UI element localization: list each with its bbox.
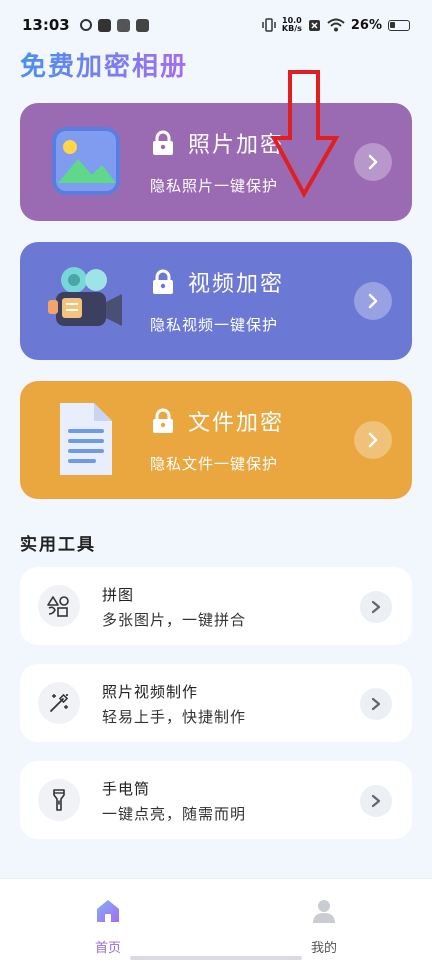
notification-icon xyxy=(97,18,111,32)
video-camera-icon xyxy=(48,267,122,326)
file-encrypt-card[interactable]: 文件加密 隐私文件一键保护 xyxy=(20,381,412,499)
tool-subtitle: 轻易上手，快捷制作 xyxy=(102,708,247,726)
chevron-right-icon xyxy=(371,600,381,614)
user-icon xyxy=(313,900,335,923)
shapes-icon xyxy=(47,596,69,617)
net-speed-unit: KB/s xyxy=(281,24,302,33)
card-arrow-button[interactable] xyxy=(354,282,392,320)
tool-item-flashlight[interactable]: 手电筒 一键点亮，随需而明 xyxy=(20,761,412,839)
card-title-row: 文件加密 xyxy=(150,405,284,437)
chevron-right-icon xyxy=(371,697,381,711)
tools-section-title: 实用工具 xyxy=(20,535,96,555)
wifi-icon xyxy=(327,18,345,32)
card-title: 文件加密 xyxy=(188,411,285,436)
status-time: 13:03 xyxy=(22,16,70,34)
tool-title: 照片视频制作 xyxy=(102,683,199,701)
lock-icon xyxy=(153,130,173,155)
card-arrow-button[interactable] xyxy=(354,143,392,181)
tool-icon-wrap xyxy=(38,779,80,821)
battery-percent: 26% xyxy=(350,17,382,33)
status-right: 10.0 KB/s 26% xyxy=(262,17,410,33)
tool-arrow-button[interactable] xyxy=(360,785,392,817)
sim-icon xyxy=(308,19,320,31)
app-title: 免费加密相册 xyxy=(20,46,188,83)
magic-wand-icon xyxy=(50,693,69,712)
tool-title: 拼图 xyxy=(102,586,135,604)
down-arrow-annotation-icon xyxy=(270,70,340,198)
tool-arrow-button[interactable] xyxy=(360,591,392,623)
net-speed: 10.0 KB/s xyxy=(282,17,302,33)
photo-encrypt-card[interactable]: 照片加密 隐私照片一键保护 xyxy=(20,103,412,221)
nav-item-home[interactable]: 首页 xyxy=(68,897,148,956)
chevron-right-icon xyxy=(368,293,378,309)
lock-icon xyxy=(153,408,173,433)
status-left: 13:03 xyxy=(22,16,149,34)
status-bar: 13:03 10.0 KB/s 26% xyxy=(0,0,432,50)
card-title: 视频加密 xyxy=(188,272,285,297)
tool-subtitle: 一键点亮，随需而明 xyxy=(102,805,247,823)
home-icon xyxy=(97,900,119,922)
card-subtitle: 隐私照片一键保护 xyxy=(150,177,279,195)
home-indicator[interactable] xyxy=(130,956,302,960)
notification-icon xyxy=(116,18,130,32)
nav-label: 首页 xyxy=(94,941,121,956)
chevron-right-icon xyxy=(368,432,378,448)
tool-item-photo-video-maker[interactable]: 照片视频制作 轻易上手，快捷制作 xyxy=(20,664,412,742)
tool-title: 手电筒 xyxy=(102,780,151,798)
photo-icon xyxy=(52,127,120,195)
nav-label: 我的 xyxy=(310,941,337,956)
document-icon xyxy=(60,403,112,475)
card-subtitle: 隐私文件一键保护 xyxy=(150,455,279,473)
chevron-right-icon xyxy=(371,794,381,808)
card-arrow-button[interactable] xyxy=(354,421,392,459)
chevron-right-icon xyxy=(368,154,378,170)
tool-arrow-button[interactable] xyxy=(360,688,392,720)
notification-icon xyxy=(79,19,92,31)
bottom-nav: 首页 我的 xyxy=(0,878,432,964)
alipay-icon xyxy=(135,18,149,32)
tool-subtitle: 多张图片，一键拼合 xyxy=(102,611,247,629)
card-title-row: 照片加密 xyxy=(150,127,284,159)
vibrate-icon xyxy=(262,18,276,32)
flashlight-icon xyxy=(53,789,65,811)
nav-item-mine[interactable]: 我的 xyxy=(284,897,364,956)
battery-icon xyxy=(388,19,410,31)
card-title-row: 视频加密 xyxy=(150,266,284,298)
tool-item-collage[interactable]: 拼图 多张图片，一键拼合 xyxy=(20,567,412,645)
tool-icon-wrap xyxy=(38,585,80,627)
video-encrypt-card[interactable]: 视频加密 隐私视频一键保护 xyxy=(20,242,412,360)
lock-icon xyxy=(153,269,173,294)
card-subtitle: 隐私视频一键保护 xyxy=(150,316,279,334)
tool-icon-wrap xyxy=(38,682,80,724)
